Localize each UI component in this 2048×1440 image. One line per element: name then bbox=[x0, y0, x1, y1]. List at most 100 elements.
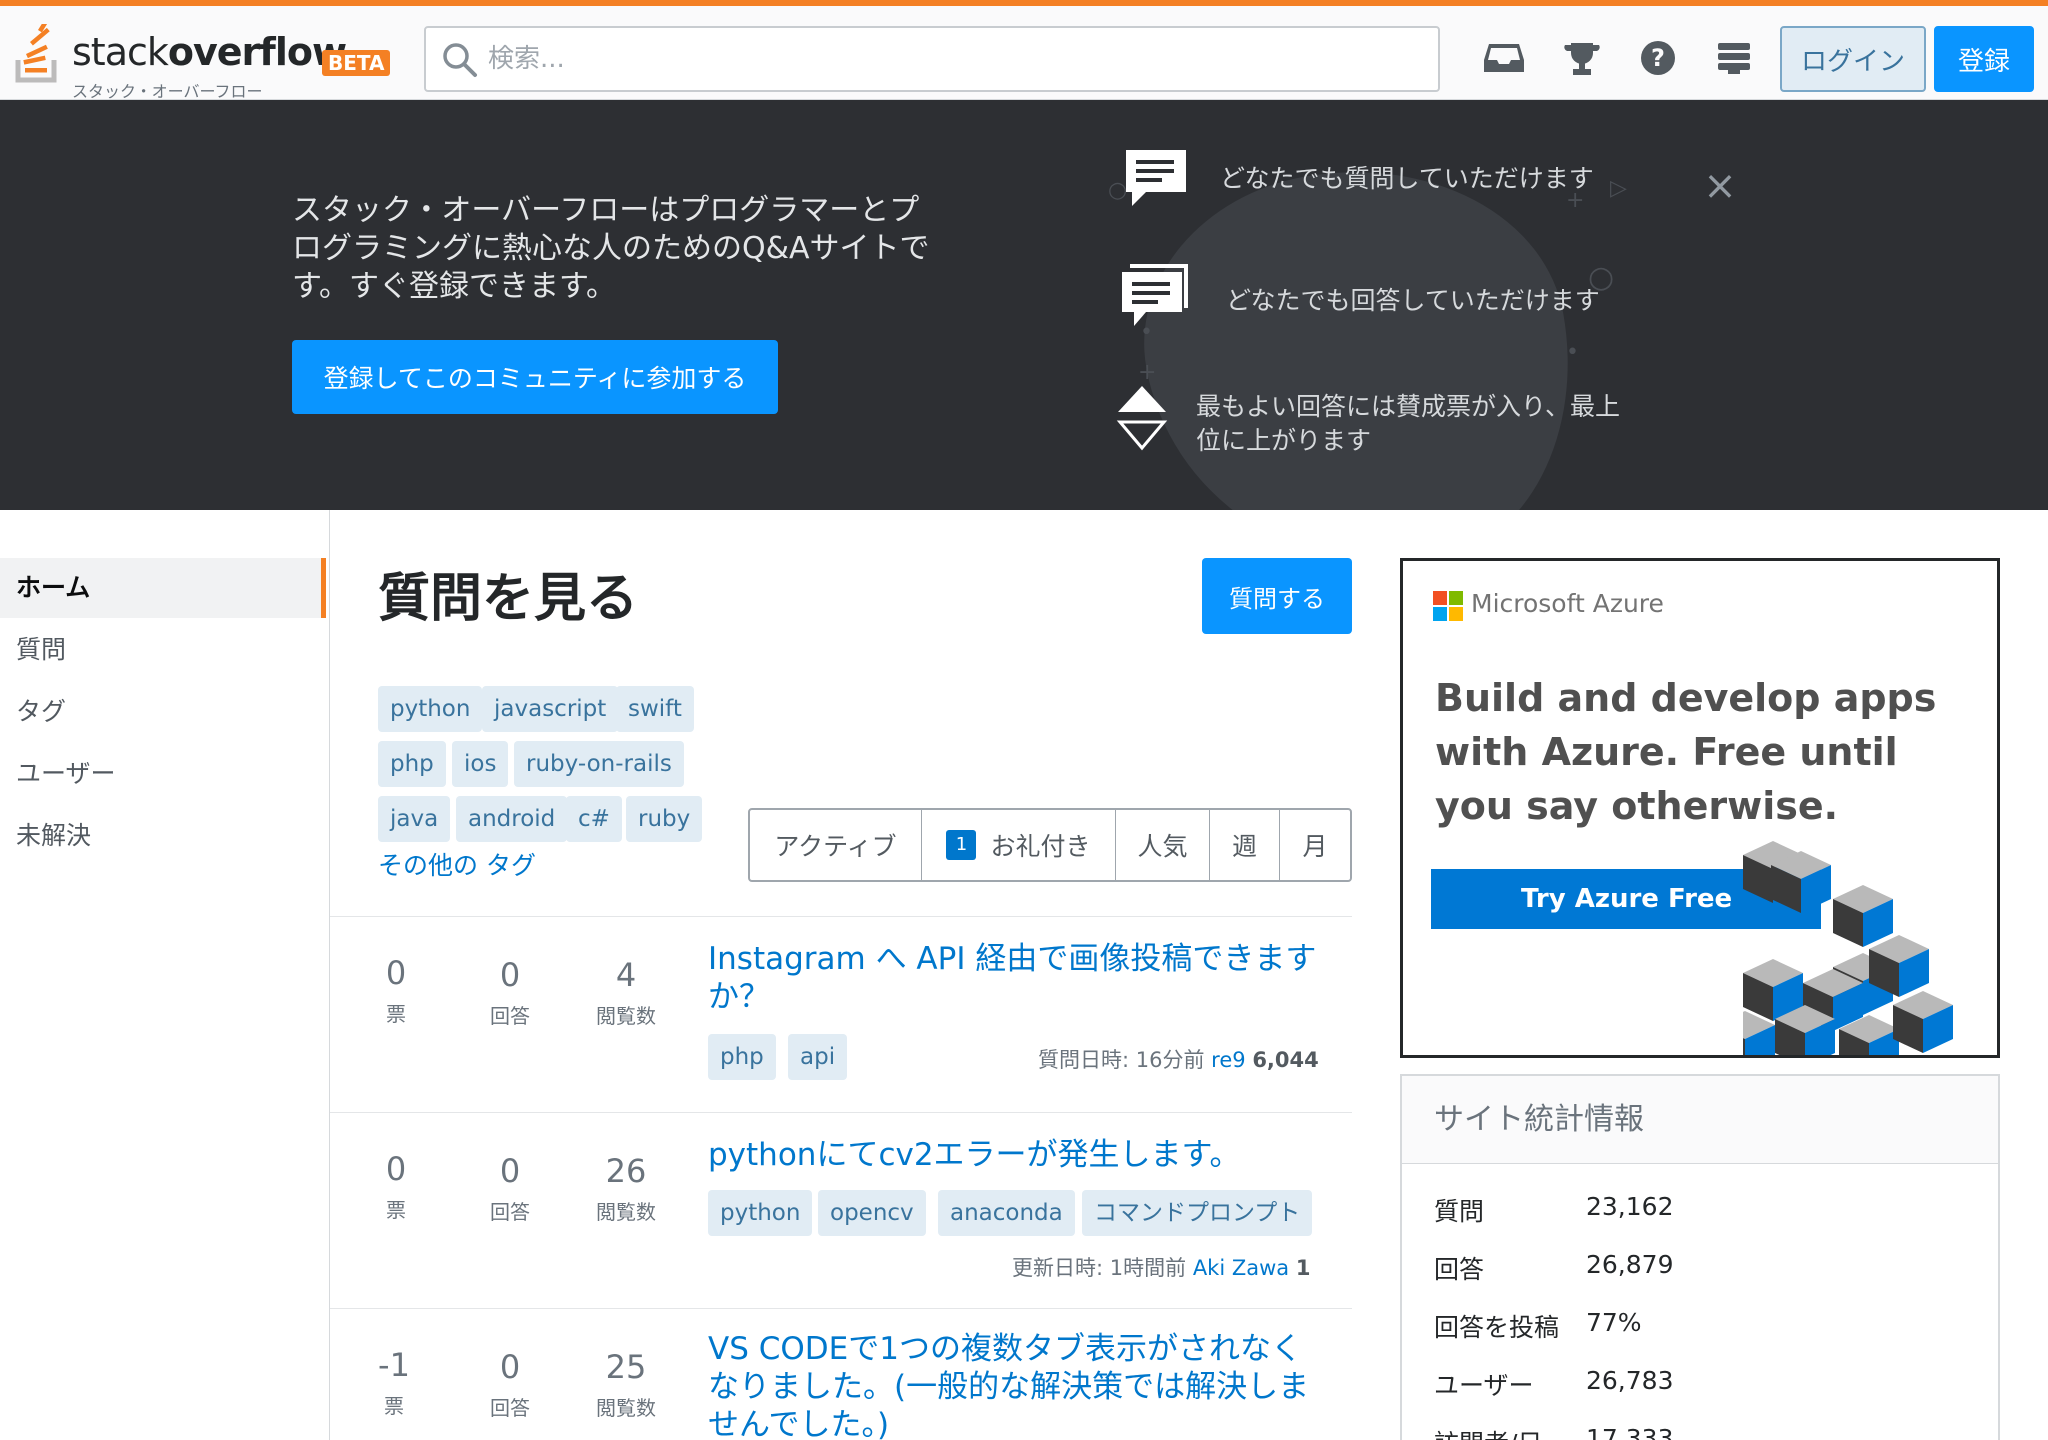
page-title: 質問を見る bbox=[378, 569, 639, 629]
user-link[interactable]: re9 bbox=[1211, 1048, 1245, 1072]
answer-count: 0 回答 bbox=[460, 956, 560, 1029]
vote-count: -1 票 bbox=[344, 1346, 444, 1419]
stat-value: 23,162 bbox=[1586, 1192, 1674, 1221]
logo-subtitle: スタック・オーバーフロー bbox=[72, 82, 263, 101]
join-community-button[interactable]: 登録してこのコミュニティに参加する bbox=[292, 340, 778, 414]
stat-label: 回答を投稿 bbox=[1434, 1313, 1560, 1342]
sidebar-item-users[interactable]: ユーザー bbox=[0, 744, 326, 804]
view-count-label: 閲覧数 bbox=[596, 1200, 656, 1224]
view-count-label: 閲覧数 bbox=[596, 1004, 656, 1028]
question-meta: 質問日時: 16分前 re9 6,044 bbox=[1038, 1044, 1319, 1074]
close-hero-button[interactable]: × bbox=[1702, 166, 1738, 206]
stat-label: 質問 bbox=[1434, 1197, 1485, 1226]
view-count: 25 閲覧数 bbox=[576, 1348, 676, 1421]
answer-count-value: 0 bbox=[499, 1152, 521, 1190]
inbox-icon[interactable] bbox=[1482, 36, 1526, 80]
question-tag[interactable]: コマンドプロンプト bbox=[1082, 1190, 1313, 1236]
tab-bounty-label: お礼付き bbox=[990, 832, 1091, 861]
top-bar: stackoverflow BETA スタック・オーバーフロー ? ログイン 登… bbox=[0, 0, 2048, 101]
sidebar-item-unanswered[interactable]: 未解決 bbox=[0, 806, 326, 866]
vote-count-value: 0 bbox=[385, 954, 407, 992]
view-count-value: 4 bbox=[615, 956, 637, 994]
vote-count-label: 票 bbox=[386, 1198, 406, 1222]
popular-tag[interactable]: java bbox=[378, 796, 451, 842]
sidebar-item-tags[interactable]: タグ bbox=[0, 682, 326, 742]
question-tag[interactable]: anaconda bbox=[938, 1190, 1075, 1236]
user-reputation: 1 bbox=[1295, 1256, 1311, 1280]
popular-tag[interactable]: php bbox=[378, 741, 446, 787]
login-button[interactable]: ログイン bbox=[1780, 26, 1926, 92]
vote-count-label: 票 bbox=[384, 1394, 404, 1418]
welcome-hero: ○ + ▷ ○ • + • スタック・オーバーフローはプログラマーとプログラミン… bbox=[0, 100, 2048, 510]
question-filter-tabs: アクティブ 1 お礼付き 人気 週 月 bbox=[748, 808, 1352, 882]
site-stats-panel: サイト統計情報 質問 23,162 回答 26,879 回答を投稿 77% ユーザー 2… bbox=[1400, 1074, 2000, 1440]
stat-label: ユーザー bbox=[1434, 1371, 1534, 1400]
logo-text-bold: overflow bbox=[167, 30, 347, 74]
answer-count-label: 回答 bbox=[490, 1200, 530, 1224]
stat-value: 26,879 bbox=[1586, 1250, 1674, 1279]
popular-tag[interactable]: ruby-on-rails bbox=[514, 741, 684, 787]
answer-count: 0 回答 bbox=[460, 1152, 560, 1225]
popular-tag[interactable]: c# bbox=[566, 796, 622, 842]
stat-label: 訪問者/日 bbox=[1434, 1424, 1542, 1440]
site-logo[interactable]: stackoverflow BETA スタック・オーバーフロー bbox=[14, 20, 394, 101]
azure-advertisement[interactable]: Microsoft Azure Build and develop apps w… bbox=[1400, 558, 2000, 1058]
answer-count-label: 回答 bbox=[490, 1004, 530, 1028]
question-title-link[interactable]: Instagram へ API 経由で画像投稿できますか？ bbox=[708, 940, 1328, 1016]
question-tag[interactable]: opencv bbox=[818, 1190, 926, 1236]
search-input[interactable] bbox=[488, 36, 1408, 82]
ask-question-button[interactable]: 質問する bbox=[1202, 558, 1352, 634]
azure-cubes-illustration bbox=[1743, 841, 1953, 1055]
user-reputation: 6,044 bbox=[1252, 1048, 1319, 1072]
vote-count-label: 票 bbox=[386, 1002, 406, 1026]
answer-question-icon bbox=[1122, 264, 1188, 326]
trophy-icon[interactable] bbox=[1560, 36, 1604, 80]
stat-value: 17,333 bbox=[1586, 1424, 1674, 1440]
popular-tag[interactable]: swift bbox=[616, 686, 694, 732]
question-title-link[interactable]: VS CODEで1つの複数タブ表示がされなくなりました。(一般的な解決策では解決… bbox=[708, 1330, 1328, 1440]
tab-bounty[interactable]: 1 お礼付き bbox=[922, 810, 1116, 880]
popular-tag[interactable]: javascript bbox=[482, 686, 619, 732]
logo-text-light: stack bbox=[72, 30, 169, 74]
question-title-link[interactable]: pythonにてcv2エラーが発生します。 bbox=[708, 1136, 1328, 1174]
hero-description: スタック・オーバーフローはプログラマーとプログラミングに熱心な人のためのQ&Aサ… bbox=[292, 193, 930, 304]
popular-tag[interactable]: android bbox=[456, 796, 568, 842]
signup-button[interactable]: 登録 bbox=[1934, 26, 2034, 92]
popular-tag[interactable]: ruby bbox=[626, 796, 703, 842]
try-azure-label: Try Azure Free bbox=[1521, 884, 1733, 914]
vote-count-value: 0 bbox=[385, 1150, 407, 1188]
sidebar-item-questions[interactable]: 質問 bbox=[0, 620, 326, 680]
help-icon[interactable]: ? bbox=[1636, 36, 1680, 80]
question-tag[interactable]: api bbox=[788, 1034, 848, 1080]
view-count-label: 閲覧数 bbox=[596, 1396, 656, 1420]
tab-month[interactable]: 月 bbox=[1280, 810, 1350, 880]
tab-active[interactable]: アクティブ bbox=[750, 810, 922, 880]
microsoft-logo-icon bbox=[1433, 591, 1463, 621]
answer-count-value: 0 bbox=[499, 1348, 521, 1386]
tab-week[interactable]: 週 bbox=[1210, 810, 1280, 880]
user-link[interactable]: Aki Zawa bbox=[1193, 1256, 1289, 1280]
more-tags-link[interactable]: その他の タグ bbox=[378, 846, 536, 882]
sidebar-item-home[interactable]: ホーム bbox=[0, 558, 326, 618]
tab-hot[interactable]: 人気 bbox=[1116, 810, 1210, 880]
site-switcher-icon[interactable] bbox=[1712, 36, 1756, 80]
svg-text:?: ? bbox=[1651, 44, 1665, 72]
logo-wordmark: stackoverflow bbox=[72, 30, 347, 74]
stat-value: 77% bbox=[1586, 1308, 1642, 1337]
question-tag[interactable]: php bbox=[708, 1034, 776, 1080]
bounty-count-badge: 1 bbox=[946, 830, 977, 860]
popular-tag[interactable]: python bbox=[378, 686, 483, 732]
answer-count-value: 0 bbox=[499, 956, 521, 994]
answer-count: 0 回答 bbox=[460, 1348, 560, 1421]
beta-badge: BETA bbox=[322, 50, 391, 76]
answer-count-label: 回答 bbox=[490, 1396, 530, 1420]
stat-value: 26,783 bbox=[1586, 1366, 1674, 1395]
feature-answer: どなたでも回答していただけます bbox=[1226, 286, 1600, 315]
vote-count: 0票 bbox=[346, 954, 446, 1027]
popular-tag[interactable]: ios bbox=[452, 741, 509, 787]
question-meta: 更新日時: 1時間前 Aki Zawa 1 bbox=[1012, 1252, 1310, 1282]
view-count-value: 26 bbox=[605, 1152, 647, 1190]
search-box[interactable] bbox=[424, 26, 1440, 92]
question-tag[interactable]: python bbox=[708, 1190, 813, 1236]
left-sidebar: ホーム 質問 タグ ユーザー 未解決 bbox=[0, 510, 330, 1440]
